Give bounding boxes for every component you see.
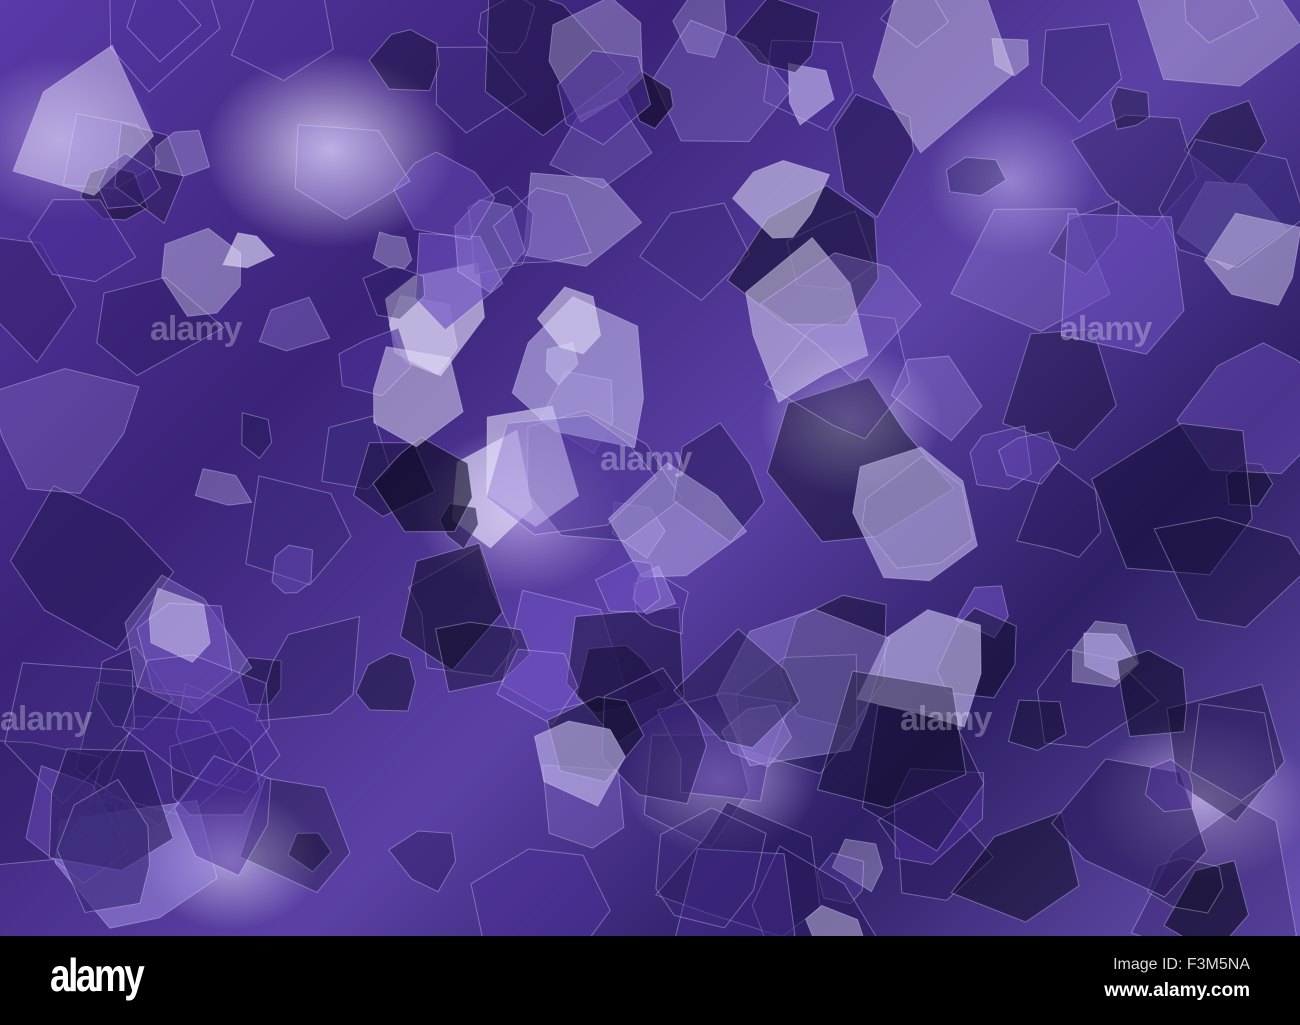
crystal-facet [945, 156, 1007, 197]
crystal-facet [355, 652, 416, 712]
crystal-facet [258, 296, 331, 352]
watermark: alamy [900, 700, 992, 738]
crystal-facet [1137, 0, 1300, 87]
alamy-logo: alamy [50, 949, 145, 1001]
crystal-facet [639, 202, 751, 302]
crystal-facet [1040, 23, 1123, 123]
crystal-facet [594, 560, 661, 613]
crystal-facet [255, 615, 360, 722]
crystal-facet [387, 830, 457, 893]
crystal-facet [294, 124, 411, 220]
crystal-facet [241, 412, 273, 460]
crystal-facet [1116, 649, 1188, 738]
crystal-facet [230, 0, 334, 82]
crystal-facet [222, 232, 276, 269]
footer-bar: alamy Image ID: F3M5NA www.alamy.com [0, 936, 1300, 1025]
crystal-facet [372, 231, 413, 270]
watermark: alamy [0, 700, 92, 738]
image-id: Image ID: F3M5NA [1113, 956, 1250, 973]
watermark: alamy [150, 310, 242, 348]
crystal-facet [0, 368, 140, 494]
amethyst-photo: alamy alamy alamy alamy alamy [0, 0, 1300, 936]
crystal-facet [1153, 516, 1300, 628]
crystal-facet [470, 848, 611, 936]
crystal-facet [890, 355, 983, 442]
watermark: alamy [1060, 310, 1152, 348]
crystal-facet [852, 446, 978, 582]
site-url: www.alamy.com [1104, 980, 1250, 1001]
stock-photo: alamy alamy alamy alamy alamy alamy Imag… [0, 0, 1300, 1025]
watermark: alamy [600, 440, 692, 478]
crystal-facet [368, 29, 440, 92]
crystal-facet [372, 346, 464, 448]
crystal-facet [194, 468, 253, 506]
